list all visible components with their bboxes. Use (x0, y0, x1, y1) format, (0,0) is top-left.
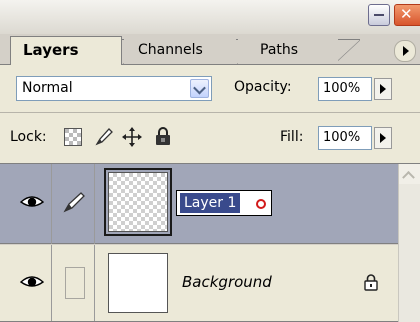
close-button[interactable]: ✕ (394, 4, 420, 26)
blend-mode-value: Normal (22, 80, 73, 96)
palette-titlebar[interactable]: ✕ (0, 0, 420, 34)
fill-label: Fill: (280, 129, 304, 145)
opacity-input[interactable]: 100% (318, 77, 372, 101)
brush-icon (63, 192, 85, 213)
scroll-up-button[interactable] (399, 164, 420, 184)
lock-position-icon[interactable] (122, 127, 142, 147)
layer-row[interactable]: Layer 1 (0, 164, 398, 244)
layers-palette: ✕ Channels Paths Layers Normal Opacity: … (0, 0, 420, 322)
lock-icon (364, 274, 378, 291)
layers-list: Layer 1 Background (0, 164, 420, 322)
close-x-icon: ✕ (400, 5, 413, 23)
visibility-toggle[interactable] (10, 245, 52, 321)
chevron-down-icon[interactable] (190, 79, 209, 98)
cursor-indicator (256, 199, 266, 209)
layer-name[interactable]: Background (182, 271, 272, 293)
opacity-label: Opacity: (234, 79, 292, 95)
palette-menu-button[interactable] (394, 40, 416, 62)
layer-thumbnail[interactable] (104, 168, 172, 236)
tab-paths[interactable]: Paths (238, 39, 338, 64)
layer-thumbnail[interactable] (108, 253, 168, 313)
opacity-slider-button[interactable] (374, 78, 392, 100)
layers-scrollbar[interactable] (398, 164, 420, 322)
blend-mode-select[interactable]: Normal (16, 76, 212, 101)
fill-input[interactable]: 100% (318, 126, 372, 150)
empty-link-box (65, 267, 85, 299)
lock-options-row: Lock: Fill: 100% (0, 113, 420, 164)
tab-layers[interactable]: Layers (10, 36, 122, 65)
lock-transparent-pixels-icon[interactable] (64, 128, 82, 146)
eye-icon (20, 196, 44, 207)
palette-tabs: Channels Paths Layers (0, 34, 420, 66)
fill-slider-button[interactable] (374, 127, 392, 149)
layer-name-text: Layer 1 (180, 193, 241, 213)
lock-image-pixels-icon[interactable] (94, 127, 114, 147)
visibility-toggle[interactable] (10, 164, 52, 244)
link-toggle[interactable] (53, 245, 95, 321)
tab-channels[interactable]: Channels (124, 39, 236, 64)
lock-label: Lock: (10, 129, 47, 145)
blend-options-row: Normal Opacity: 100% (0, 65, 420, 113)
lock-all-icon[interactable] (154, 126, 172, 146)
brush-link-toggle[interactable] (53, 164, 95, 244)
minimize-button[interactable] (368, 4, 390, 26)
layer-row[interactable]: Background (0, 245, 398, 322)
eye-icon (20, 276, 44, 287)
